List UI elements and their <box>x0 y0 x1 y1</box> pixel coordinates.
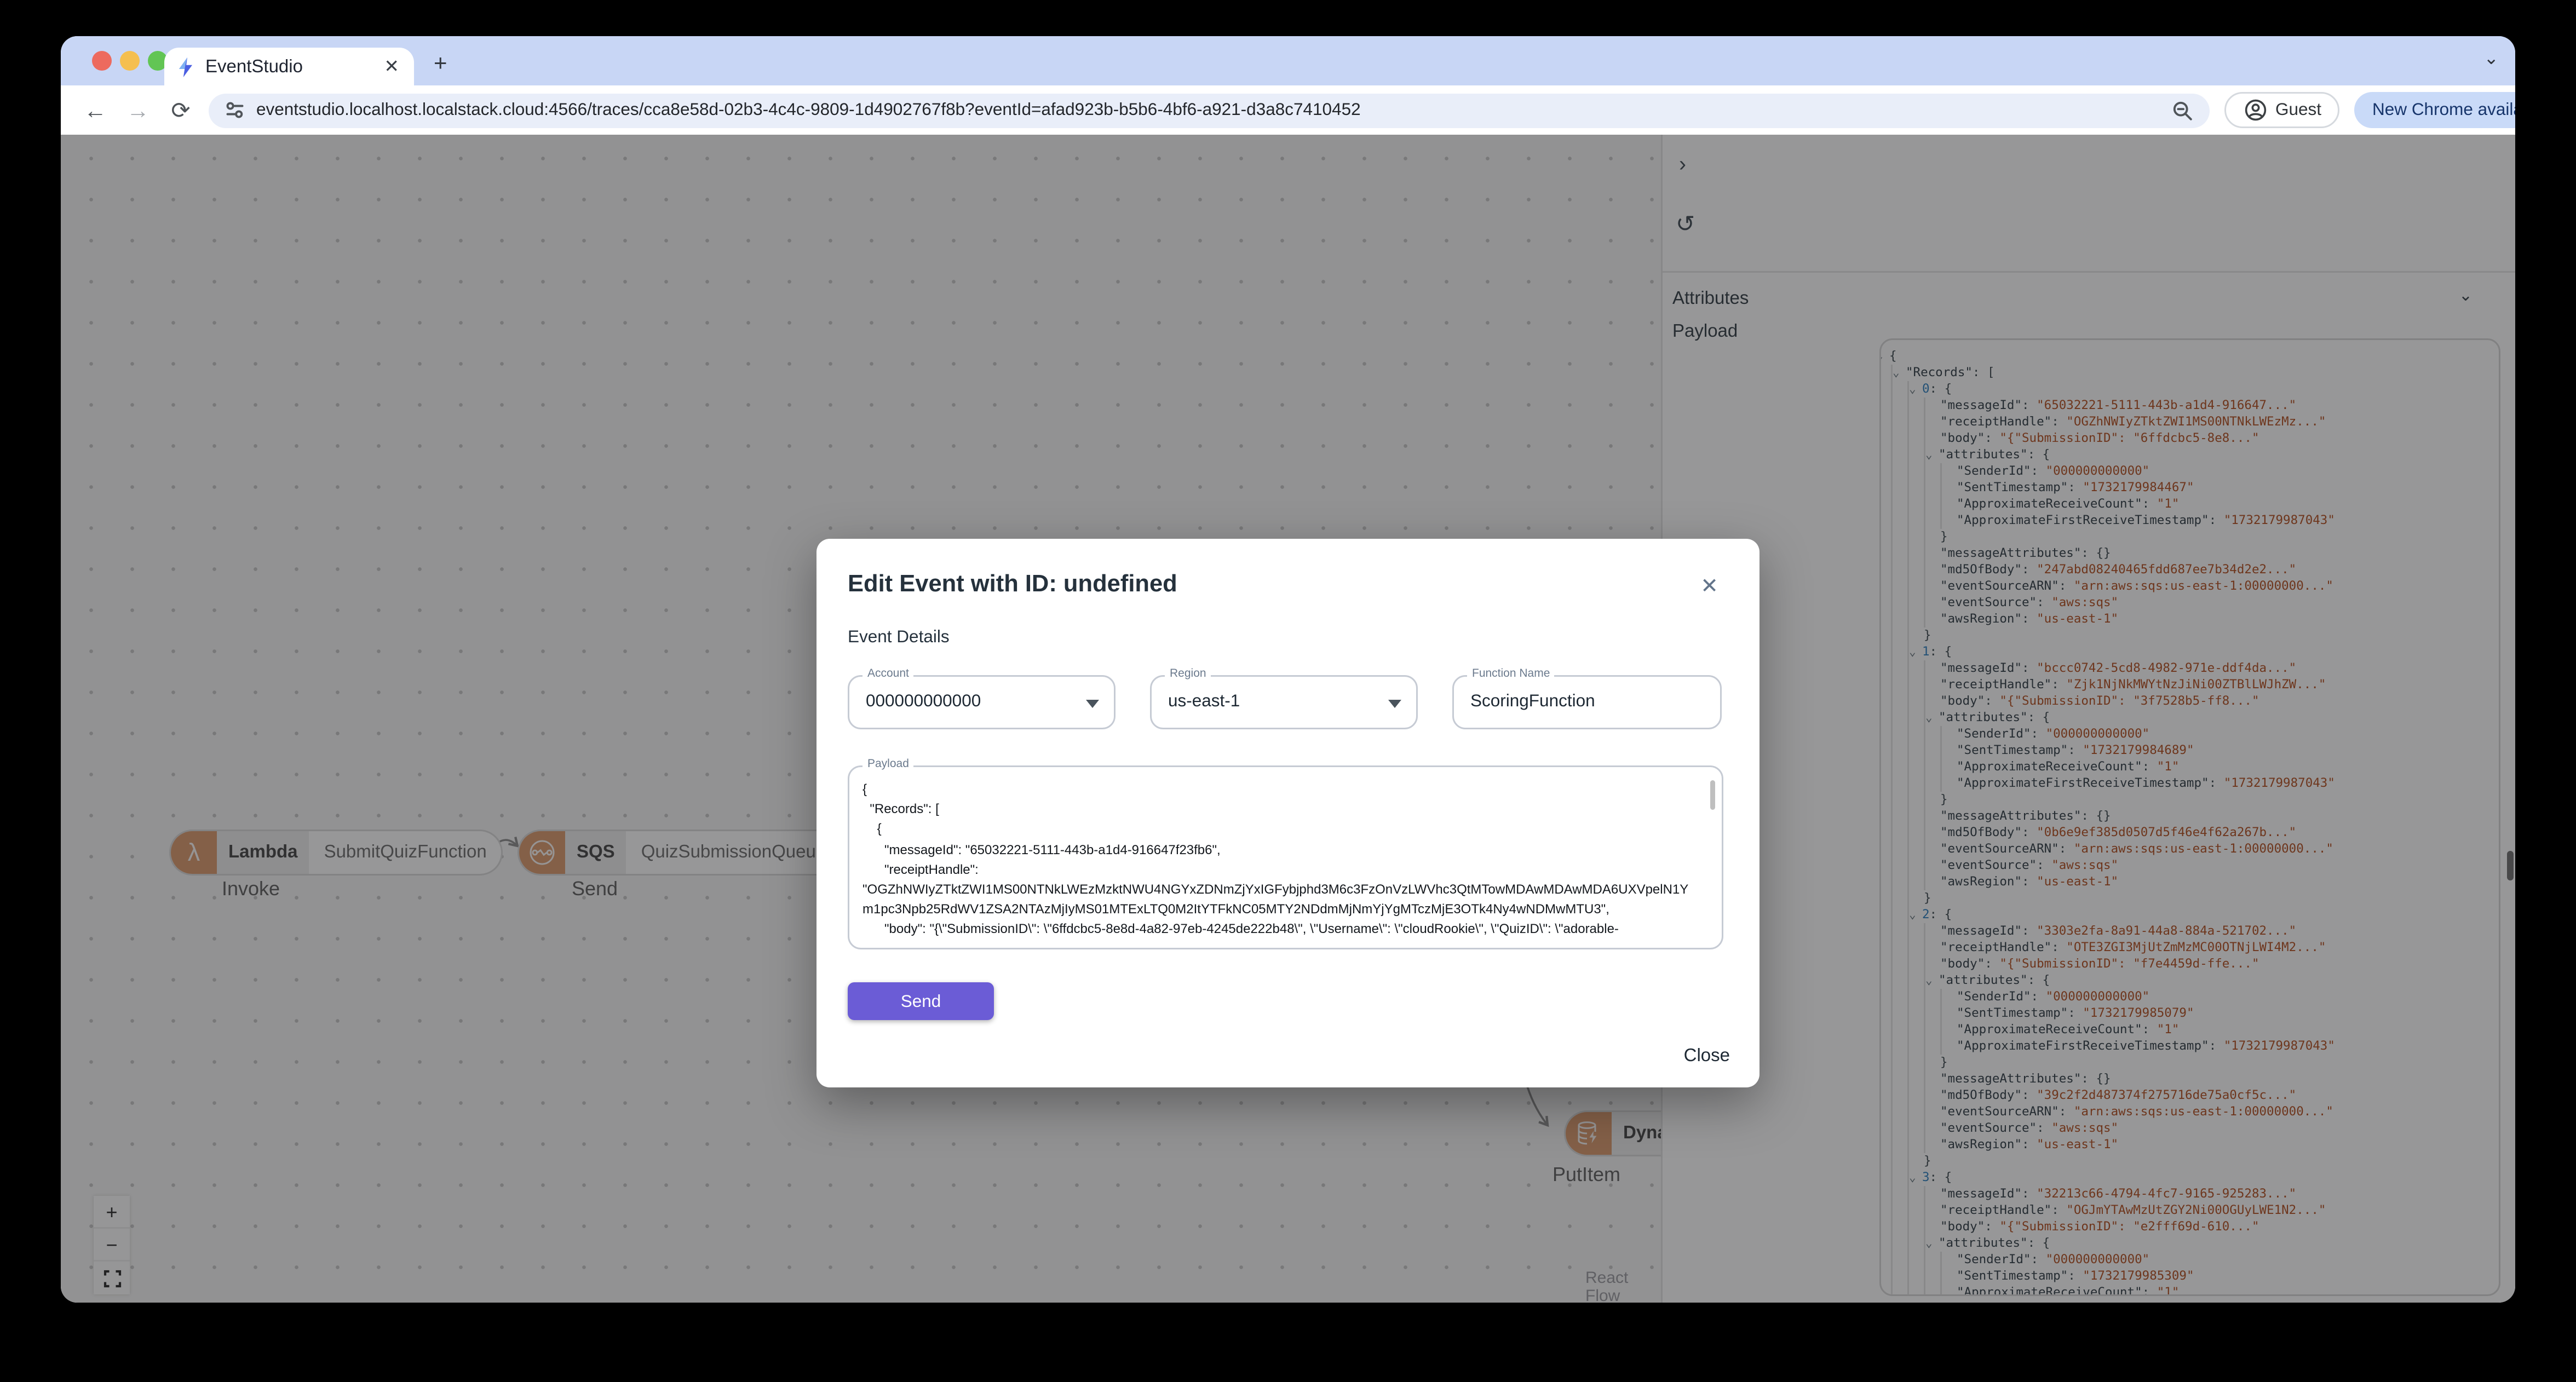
url-text: eventstudio.localhost.localstack.cloud:4… <box>256 100 1361 120</box>
address-bar[interactable]: eventstudio.localhost.localstack.cloud:4… <box>209 93 2210 128</box>
page-content: λ Lambda SubmitQuizFunction Invoke SQS Q… <box>61 135 2515 1303</box>
tab-title: EventStudio <box>205 56 303 77</box>
macos-close-button[interactable] <box>92 51 112 71</box>
modal-close-icon[interactable]: ✕ <box>1700 573 1718 600</box>
payload-field-label: Payload <box>863 759 914 770</box>
region-select[interactable]: Region us-east-1 <box>1150 669 1418 729</box>
new-tab-button[interactable]: + <box>434 51 447 74</box>
chrome-update-button[interactable]: New Chrome available ⋮ <box>2354 92 2515 128</box>
forward-button[interactable]: → <box>117 97 159 123</box>
tab-search-chevron-icon[interactable]: ⌄ <box>2483 48 2499 69</box>
textarea-scrollbar-thumb[interactable] <box>1709 780 1715 810</box>
browser-window: EventStudio ✕ + ⌄ ← → ⟳ eventstudio.loca… <box>61 36 2515 1303</box>
site-controls-icon[interactable] <box>225 100 245 120</box>
reload-button[interactable]: ⟳ <box>159 96 202 124</box>
account-select[interactable]: Account 000000000000 <box>848 669 1116 729</box>
payload-textarea[interactable]: Payload { "Records": [ { "messageId": "6… <box>848 759 1723 949</box>
payload-text[interactable]: { "Records": [ { "messageId": "65032221-… <box>863 780 1699 948</box>
favicon-lightning-icon <box>176 56 196 77</box>
region-value: us-east-1 <box>1168 692 1240 711</box>
event-details-label: Event Details <box>848 627 950 647</box>
macos-minimize-button[interactable] <box>120 51 140 71</box>
chrome-update-label: New Chrome available <box>2372 100 2515 120</box>
guest-avatar-icon <box>2244 99 2267 122</box>
tab-close-icon[interactable]: ✕ <box>381 56 403 77</box>
function-name-field[interactable]: Function Name ScoringFunction <box>1452 669 1722 729</box>
account-label: Account <box>863 669 914 680</box>
profile-label: Guest <box>2275 100 2322 120</box>
function-name-label: Function Name <box>1467 669 1555 680</box>
profile-button[interactable]: Guest <box>2224 92 2340 128</box>
tab-strip: EventStudio ✕ + ⌄ <box>61 36 2515 85</box>
browser-toolbar: ← → ⟳ eventstudio.localhost.localstack.c… <box>61 85 2515 135</box>
edit-event-modal: Edit Event with ID: undefined ✕ Event De… <box>817 539 1760 1087</box>
close-button[interactable]: Close <box>1684 1046 1730 1066</box>
screen: EventStudio ✕ + ⌄ ← → ⟳ eventstudio.loca… <box>0 0 2576 1382</box>
browser-tab[interactable]: EventStudio ✕ <box>164 48 414 85</box>
send-button[interactable]: Send <box>848 982 994 1020</box>
zoom-out-magnifier-icon[interactable] <box>2172 100 2193 121</box>
account-value: 000000000000 <box>866 692 981 711</box>
region-label: Region <box>1165 669 1211 680</box>
dropdown-arrow-icon <box>1086 700 1099 708</box>
modal-title: Edit Event with ID: undefined <box>848 572 1177 598</box>
dropdown-arrow-icon <box>1388 700 1401 708</box>
function-name-value: ScoringFunction <box>1470 692 1595 711</box>
back-button[interactable]: ← <box>74 97 117 123</box>
event-fields-row: Account 000000000000 Region us-east-1 Fu… <box>848 669 1725 729</box>
